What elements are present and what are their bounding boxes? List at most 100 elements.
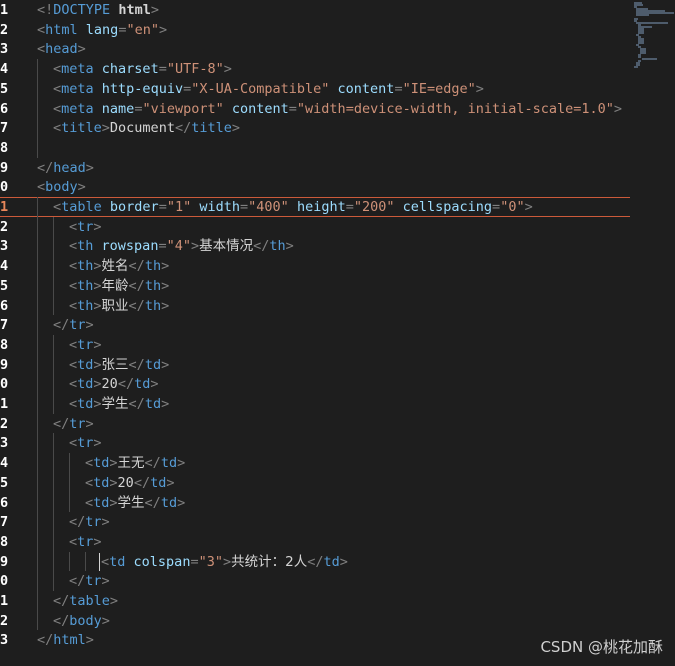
code-line[interactable]: <!DOCTYPE html> xyxy=(0,0,630,20)
code-token: < xyxy=(69,218,78,235)
code-token: > xyxy=(101,514,110,531)
code-line[interactable]: <th>职业</th> xyxy=(0,296,630,316)
code-token: > xyxy=(109,494,118,511)
code-line[interactable]: </html> xyxy=(0,630,630,650)
code-token: th xyxy=(144,258,162,275)
code-token: = xyxy=(158,199,167,215)
code-token: <! xyxy=(37,2,54,18)
code-line[interactable]: <meta charset="UTF-8"> xyxy=(0,59,630,79)
code-line[interactable]: <tr> xyxy=(0,217,630,237)
code-token: colspan xyxy=(133,553,191,570)
code-line[interactable]: </tr> xyxy=(0,414,630,434)
code-line[interactable]: <tr> xyxy=(0,532,630,552)
code-token: </ xyxy=(307,553,324,570)
code-token: head xyxy=(53,159,86,176)
code-token: "IE=edge" xyxy=(402,80,476,97)
code-token: th xyxy=(77,297,94,314)
code-token: meta xyxy=(61,80,94,97)
code-token: > xyxy=(150,2,159,18)
code-token: tr xyxy=(69,317,86,334)
code-token: "width=device-width, initial-scale=1.0" xyxy=(296,100,614,117)
code-token: > xyxy=(93,396,102,412)
code-token: height xyxy=(296,199,346,215)
code-token: </ xyxy=(128,396,145,412)
code-token: body xyxy=(69,612,102,629)
code-token: meta xyxy=(61,61,94,78)
code-token: < xyxy=(53,61,62,78)
code-line[interactable]: </tr> xyxy=(0,512,630,532)
indent-guide xyxy=(69,551,70,572)
code-token: > xyxy=(101,573,110,590)
current-code-line[interactable]: <table border="1" width="400" height="20… xyxy=(0,197,630,217)
indent-guide xyxy=(37,59,38,158)
code-token: > xyxy=(93,218,102,235)
code-token: rowspan xyxy=(101,238,159,255)
code-line[interactable]: <tr> xyxy=(0,433,630,453)
code-line[interactable]: <tr> xyxy=(0,335,630,355)
code-line[interactable]: <th>姓名</th> xyxy=(0,256,630,276)
code-line[interactable]: <html lang="en"> xyxy=(0,20,630,40)
code-token: < xyxy=(85,455,94,472)
code-line[interactable]: <meta name="viewport" content="width=dev… xyxy=(0,99,630,119)
code-token: = xyxy=(394,80,403,97)
code-line[interactable]: </tr> xyxy=(0,571,630,591)
code-line[interactable]: <td>学生</td> xyxy=(0,493,630,513)
code-line[interactable]: <td>20</td> xyxy=(0,473,630,493)
code-token: td xyxy=(77,356,94,373)
code-line[interactable]: </body> xyxy=(0,611,630,631)
code-token: < xyxy=(69,238,78,255)
code-token: th xyxy=(77,277,94,294)
code-token: </ xyxy=(53,612,70,629)
minimap[interactable] xyxy=(632,0,675,70)
code-token: > xyxy=(93,277,102,294)
code-token: th xyxy=(269,238,286,255)
code-token: </ xyxy=(128,277,145,294)
code-token: > xyxy=(101,612,110,629)
code-token: html xyxy=(118,2,151,18)
code-line[interactable]: <th>年龄</th> xyxy=(0,276,630,296)
code-token: tr xyxy=(77,533,94,550)
code-line[interactable]: </tr> xyxy=(0,315,630,335)
code-token: < xyxy=(53,80,62,97)
code-token: </ xyxy=(253,238,270,255)
code-token: > xyxy=(93,435,102,452)
code-line[interactable]: <head> xyxy=(0,39,630,59)
code-token: < xyxy=(101,553,110,570)
code-line[interactable]: <meta http-equiv="X-UA-Compatible" conte… xyxy=(0,79,630,99)
code-token: td xyxy=(144,356,162,373)
code-token: = xyxy=(190,553,199,570)
code-token: > xyxy=(613,100,623,117)
code-line[interactable]: <th rowspan="4">基本情况</th> xyxy=(0,236,630,256)
code-line[interactable]: <td>王无</td> xyxy=(0,453,630,473)
code-line[interactable]: <body> xyxy=(0,177,630,197)
code-token: > xyxy=(85,415,94,432)
code-token: </ xyxy=(69,573,86,590)
indent-guide xyxy=(53,334,54,414)
code-area[interactable]: <!DOCTYPE html> <html lang="en"> <head> <me… xyxy=(0,0,630,666)
code-line[interactable]: <td>张三</td> xyxy=(0,355,630,375)
code-token: = xyxy=(183,80,192,97)
code-token: </ xyxy=(144,494,161,511)
code-line[interactable]: <td>学生</td> xyxy=(0,394,630,414)
code-editor[interactable]: 123456789012345678901234567890123 <!DOCT… xyxy=(0,0,675,666)
code-token: td xyxy=(144,396,162,412)
code-token: > xyxy=(475,80,484,97)
code-token: html xyxy=(45,21,78,38)
code-line[interactable]: </head> xyxy=(0,158,630,178)
code-token: td xyxy=(93,455,110,472)
code-token: > xyxy=(161,277,170,294)
code-token: < xyxy=(69,356,78,373)
code-line[interactable]: <td colspan="3">共统计：2人</td> xyxy=(0,552,630,572)
code-line[interactable] xyxy=(0,138,630,158)
code-token: name xyxy=(101,100,135,117)
code-token: > xyxy=(161,258,170,275)
code-token: > xyxy=(85,632,94,649)
code-line[interactable]: <td>20</td> xyxy=(0,374,630,394)
code-line[interactable]: </table> xyxy=(0,591,630,611)
code-token: 张三 xyxy=(101,356,129,373)
code-token: content xyxy=(337,80,395,97)
code-line[interactable]: <title>Document</title> xyxy=(0,118,630,138)
code-token: = xyxy=(158,238,167,255)
